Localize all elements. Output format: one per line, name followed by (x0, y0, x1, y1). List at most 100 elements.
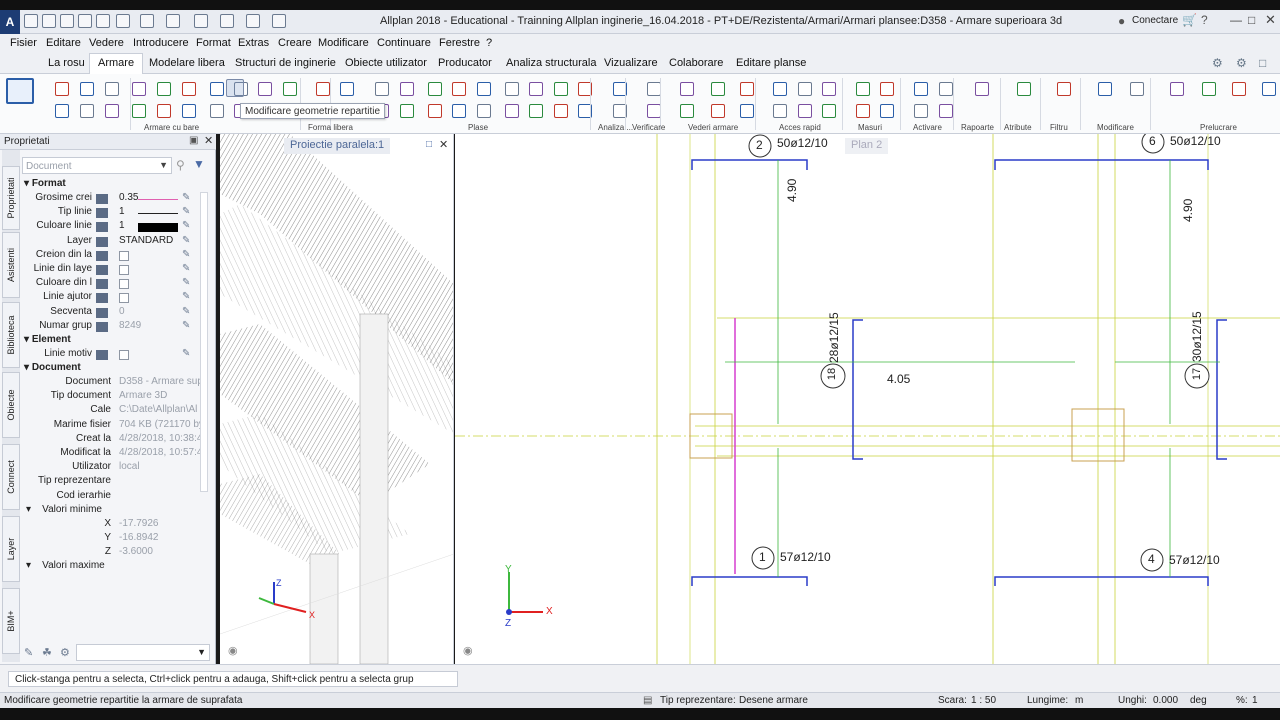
tab-obiecte-utilizator[interactable]: Obiecte utilizator (345, 57, 427, 69)
tab-analiza-structurala[interactable]: Analiza structurala (506, 57, 597, 69)
help-button[interactable]: ? (1201, 13, 1208, 27)
bar-tool-icon[interactable] (132, 82, 146, 96)
move-tool-icon[interactable] (1202, 82, 1216, 96)
view-tool-icon[interactable] (740, 82, 754, 96)
bar-tool-icon[interactable] (182, 104, 196, 118)
pick-icon[interactable]: ✎ (24, 646, 33, 659)
rebar-text[interactable]: 57ø12/10 (1169, 553, 1220, 567)
property-checkbox[interactable] (119, 293, 129, 304)
pick-parameter-icon[interactable]: ✎ (182, 206, 190, 220)
side-tab-asistenti[interactable]: Asistenti (2, 232, 20, 298)
view-3d[interactable]: Z X ◉ (220, 134, 454, 664)
menu-format[interactable]: Format (196, 37, 231, 49)
pick-parameter-icon[interactable]: ✎ (182, 192, 190, 206)
ribbon-settings-icon[interactable]: ⚙ (1236, 56, 1247, 70)
modify-tool-icon[interactable] (1130, 82, 1144, 96)
report-tool-icon[interactable] (975, 82, 989, 96)
mesh-tool-icon[interactable] (400, 104, 414, 118)
pick-parameter-icon[interactable]: ✎ (182, 277, 190, 291)
menu-creare[interactable]: Creare (278, 37, 312, 49)
property-value[interactable]: STANDARD (119, 235, 173, 249)
settings-icon[interactable] (194, 14, 208, 28)
sum-tool-icon[interactable] (939, 104, 953, 118)
pick-parameter-icon[interactable]: ✎ (182, 291, 190, 305)
copy-tool-icon[interactable] (1170, 82, 1184, 96)
bar-tool-icon[interactable] (210, 82, 224, 96)
rebar-text[interactable]: 50ø12/10 (1170, 134, 1221, 148)
valori-minime-toggle[interactable]: ▾ Valori minime (26, 504, 102, 518)
navigation-icon[interactable]: ◉ (463, 644, 473, 657)
pick-parameter-icon[interactable]: ✎ (182, 320, 190, 334)
mesh-tool-icon[interactable] (375, 82, 389, 96)
copy-icon[interactable] (166, 14, 180, 28)
line-tool-icon[interactable] (773, 104, 787, 118)
plan-view[interactable]: 2 50ø12/10 6 50ø12/10 4.90 4.90 18 28ø12… (455, 134, 1280, 664)
side-tab-layer[interactable]: Layer (2, 516, 20, 582)
property-checkbox[interactable] (119, 265, 129, 275)
measure-tool-icon[interactable] (880, 104, 894, 118)
line-tool-icon[interactable] (773, 82, 787, 96)
check-tool-icon[interactable] (647, 82, 661, 96)
delete-tool-icon[interactable] (1262, 82, 1276, 96)
menu-arrow-icon[interactable] (24, 14, 38, 28)
mesh-tool-icon[interactable] (428, 82, 442, 96)
property-value[interactable]: 1 (119, 206, 125, 220)
property-checkbox[interactable] (119, 250, 129, 261)
maximize-button[interactable]: □ (1248, 13, 1255, 27)
new-file-icon[interactable] (42, 14, 56, 28)
pick-parameter-icon[interactable]: ✎ (182, 348, 190, 362)
filter-tool-icon[interactable] (1057, 82, 1071, 96)
text-tool-icon[interactable] (798, 82, 812, 96)
bar-tool-icon[interactable] (80, 104, 94, 118)
panel-close-icon[interactable]: ✕ (204, 134, 213, 147)
erase-tool-icon[interactable] (1098, 82, 1112, 96)
bar-tool-icon[interactable] (55, 82, 69, 96)
tab-colaborare[interactable]: Colaborare (669, 57, 723, 69)
freeform-tool-icon[interactable] (316, 82, 330, 96)
tab-armare[interactable]: Armare (89, 53, 144, 75)
pick-parameter-icon[interactable]: ✎ (182, 306, 190, 320)
side-tab-obiecte[interactable]: Obiecte (2, 372, 20, 438)
rebar-position-label[interactable]: 17 (1191, 368, 1203, 380)
rebar-position-label[interactable]: 18 (826, 368, 838, 380)
shop-icon[interactable]: 🛒 (1182, 13, 1197, 27)
bar-tool-icon[interactable] (157, 104, 171, 118)
prelucrare-tool-icon[interactable] (1232, 82, 1246, 96)
properties-filter-dropdown[interactable]: Document ▼ (22, 157, 172, 174)
save-icon[interactable] (78, 14, 92, 28)
filter-icon[interactable]: ▼ (193, 157, 205, 171)
properties-scrollbar[interactable] (200, 192, 208, 492)
pick-parameter-icon[interactable]: ✎ (182, 220, 190, 234)
menu-introducere[interactable]: Introducere (133, 37, 189, 49)
redo-icon[interactable] (140, 14, 154, 28)
measure-tool-icon[interactable] (856, 104, 870, 118)
unghi-value[interactable]: 0.000 (1153, 695, 1178, 706)
freeform-tool-icon[interactable] (340, 82, 354, 96)
menu-ferestre[interactable]: Ferestre (439, 37, 480, 49)
rebar-text[interactable]: 50ø12/10 (777, 136, 828, 150)
mesh-tool-icon[interactable] (529, 82, 543, 96)
dimension-tool-icon[interactable] (822, 104, 836, 118)
property-value[interactable]: 1 (119, 220, 125, 234)
lungime-value[interactable]: m (1075, 695, 1083, 706)
menu-vedere[interactable]: Vedere (89, 37, 124, 49)
search-icon[interactable]: ⚲ (176, 158, 185, 172)
modify-distribution-geometry-icon[interactable] (226, 79, 244, 97)
tab-editare-planse[interactable]: Editare planse (736, 57, 806, 69)
property-value[interactable]: 8249 (119, 320, 141, 334)
menu-help[interactable]: ? (486, 37, 492, 49)
mesh-tool-icon[interactable] (452, 82, 466, 96)
attribute-tool-icon[interactable] (1017, 82, 1031, 96)
text-tool-icon[interactable] (798, 104, 812, 118)
side-tab-connect[interactable]: Connect (2, 444, 20, 510)
pick-parameter-icon[interactable]: ✎ (182, 235, 190, 249)
bar-tool-icon[interactable] (258, 82, 272, 96)
sum-tool-icon[interactable] (939, 82, 953, 96)
menu-modificare[interactable]: Modificare (318, 37, 369, 49)
activate-tool-icon[interactable] (914, 82, 928, 96)
bar-tool-icon[interactable] (157, 82, 171, 96)
bar-tool-icon[interactable] (182, 82, 196, 96)
dimension-tool-icon[interactable] (822, 82, 836, 96)
print-icon[interactable] (96, 14, 110, 28)
mesh-tool-icon[interactable] (505, 82, 519, 96)
